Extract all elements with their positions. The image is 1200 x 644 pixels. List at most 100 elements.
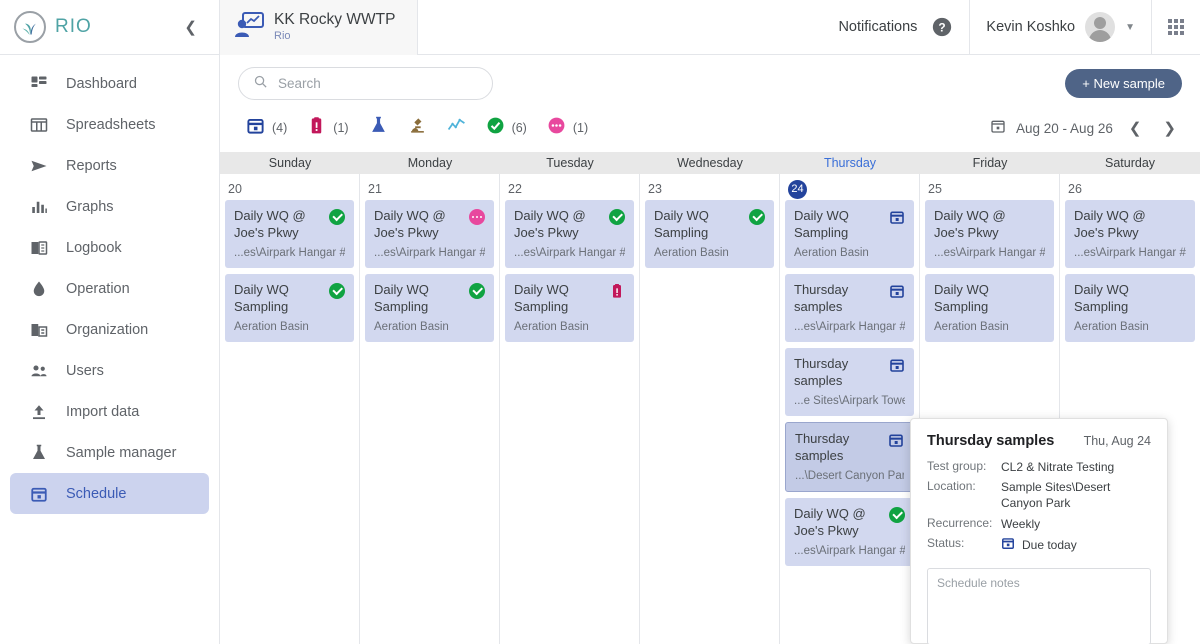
- notifications-link[interactable]: Notifications: [824, 19, 931, 35]
- event-top-row: Thursday samples: [795, 431, 904, 465]
- day-number-value: 24: [788, 179, 807, 199]
- event-top-row: Thursday samples: [794, 282, 905, 316]
- calendar-event-card[interactable]: Daily WQ Sampling Aeration Basin: [365, 274, 494, 342]
- calendar-event-card[interactable]: Daily WQ @ Joe's Pkwy ...es\Airpark Hanga…: [505, 200, 634, 268]
- filter-clipboard-alert[interactable]: (1): [299, 114, 356, 142]
- event-top-row: Daily WQ @ Joe's Pkwy: [234, 208, 345, 242]
- brand-left: RIO: [14, 11, 92, 43]
- event-title: Daily WQ Sampling: [934, 282, 989, 314]
- calendar-event-card[interactable]: Daily WQ @ Joe's Pkwy ...es\Airpark Hanga…: [225, 200, 354, 268]
- calendar-event-card[interactable]: Thursday samples ...\Desert Canyon Park: [785, 422, 914, 492]
- day-number-value: 23: [648, 182, 662, 196]
- event-top-row: Thursday samples: [794, 356, 905, 390]
- sidebar-item-operation[interactable]: Operation: [10, 268, 209, 309]
- filter-dots-circle[interactable]: (1): [539, 114, 596, 142]
- calendar-event-card[interactable]: Daily WQ @ Joe's Pkwy ...es\Airpark Hanga…: [925, 200, 1054, 268]
- search-input[interactable]: [278, 76, 478, 91]
- check-circle-icon: [329, 209, 345, 225]
- clipboard-alert-icon: [609, 284, 625, 303]
- calendar-event-card[interactable]: Daily WQ @ Joe's Pkwy ...es\Airpark Hanga…: [1065, 200, 1195, 268]
- calendar-event-card[interactable]: Thursday samples ...es\Airpark Hangar #1: [785, 274, 914, 342]
- date-navigator: Aug 20 - Aug 26 ❮ ❯: [990, 118, 1182, 139]
- sidebar-item-label: Logbook: [66, 239, 122, 256]
- popup-row-key: Location:: [927, 479, 976, 494]
- event-status-icon: [889, 283, 905, 299]
- calendar-event-card[interactable]: Daily WQ @ Joe's Pkwy ...es\Airpark Hanga…: [785, 497, 914, 566]
- sidebar-item-dashboard[interactable]: Dashboard: [10, 63, 209, 104]
- user-menu[interactable]: Kevin Koshko ▼: [969, 0, 1152, 55]
- event-location: ...es\Airpark Hangar #1: [234, 246, 345, 259]
- calendar-event-card[interactable]: Daily WQ Sampling Aeration Basin: [225, 274, 354, 342]
- day-header-thursday: Thursday: [823, 156, 877, 170]
- event-status-icon: [1029, 209, 1045, 225]
- filter-calendar[interactable]: (4): [238, 114, 295, 142]
- event-status-icon: [889, 506, 905, 523]
- sidebar-item-label: Spreadsheets: [66, 116, 156, 133]
- event-status-icon: [469, 283, 485, 299]
- calendar-event-card[interactable]: Daily WQ Sampling Aeration Basin: [645, 200, 774, 268]
- event-top-row: Daily WQ Sampling: [794, 208, 905, 242]
- sidebar-item-import-data[interactable]: Import data: [10, 391, 209, 432]
- sidebar-item-organization[interactable]: Organization: [10, 309, 209, 350]
- filter-microscope[interactable]: [400, 114, 435, 142]
- filter-trend-line[interactable]: [439, 114, 474, 142]
- calendar-event-card[interactable]: Daily WQ Sampling Aeration Basin: [1065, 274, 1195, 342]
- popup-row-value: CL2 & Nitrate Testing: [1001, 460, 1115, 474]
- new-sample-button[interactable]: + New sample: [1065, 69, 1182, 98]
- sidebar-item-logbook[interactable]: Logbook: [10, 227, 209, 268]
- event-top-row: Daily WQ Sampling: [514, 282, 625, 316]
- calendar-event-card[interactable]: Daily WQ @ Joe's Pkwy ...es\Airpark Hanga…: [365, 200, 494, 268]
- check-circle-icon: [889, 506, 905, 523]
- workspace-selector[interactable]: KK Rocky WWTP Rio: [220, 0, 418, 55]
- event-status-icon: [749, 209, 765, 225]
- search-box[interactable]: [238, 67, 493, 100]
- event-location: ...e Sites\Airpark Tower: [794, 394, 905, 407]
- event-top-row: Daily WQ @ Joe's Pkwy: [1074, 208, 1186, 242]
- event-location: ...es\Airpark Hangar #1: [794, 320, 905, 333]
- popup-status-key: Status:: [927, 535, 965, 550]
- event-title: Thursday samples: [794, 356, 849, 388]
- prev-week-button[interactable]: ❮: [1123, 119, 1148, 137]
- avatar: [1085, 12, 1116, 42]
- schedule-notes-input[interactable]: [927, 567, 1151, 644]
- filter-check-circle[interactable]: (6): [478, 114, 535, 142]
- apps-grid-icon[interactable]: [1152, 19, 1200, 35]
- sidebar-item-spreadsheets[interactable]: Spreadsheets: [10, 104, 209, 145]
- toolbar-row-filters: (4) (1) (6) (1) Aug 20 - Aug 26 ❮ ❯: [238, 114, 1182, 152]
- filter-flask[interactable]: [361, 114, 396, 142]
- spreadsheet-icon: [30, 116, 48, 134]
- flask-icon: [30, 444, 48, 462]
- event-status-icon: [609, 283, 625, 299]
- event-title: Daily WQ Sampling: [234, 282, 289, 314]
- day-number-value: 26: [1068, 182, 1082, 196]
- calendar-event-card[interactable]: Daily WQ Sampling Aeration Basin: [785, 200, 914, 268]
- help-circle-icon[interactable]: ?: [931, 16, 969, 38]
- sidebar-item-reports[interactable]: Reports: [10, 145, 209, 186]
- calendar-event-card[interactable]: Daily WQ Sampling Aeration Basin: [505, 274, 634, 342]
- calendar-event-card[interactable]: Daily WQ Sampling Aeration Basin: [925, 274, 1054, 342]
- popup-row-key: Recurrence:: [927, 515, 993, 530]
- sidebar-item-label: Import data: [66, 403, 140, 420]
- sidebar-item-graphs[interactable]: Graphs: [10, 186, 209, 227]
- sidebar-collapse-button[interactable]: ❮: [176, 14, 205, 40]
- search-icon: [253, 74, 268, 94]
- sidebar-item-schedule[interactable]: Schedule: [10, 473, 209, 514]
- day-header-friday: Friday: [972, 156, 1008, 170]
- calendar-event-card[interactable]: Thursday samples ...e Sites\Airpark Tower: [785, 348, 914, 416]
- event-top-row: Daily WQ @ Joe's Pkwy: [934, 208, 1045, 242]
- day-column: 20 Daily WQ @ Joe's Pkwy ...es\Airpark Han…: [220, 174, 360, 644]
- sidebar-item-sample-manager[interactable]: Sample manager: [10, 432, 209, 473]
- dashboard-icon: [30, 75, 48, 93]
- sidebar-item-users[interactable]: Users: [10, 350, 209, 391]
- workspace-text: KK Rocky WWTP Rio: [274, 11, 395, 42]
- next-week-button[interactable]: ❯: [1157, 119, 1182, 137]
- event-location: ...es\Airpark Hangar #1: [514, 246, 625, 259]
- event-location: Aeration Basin: [514, 320, 589, 333]
- trend-line-icon: [447, 116, 466, 140]
- event-title: Daily WQ Sampling: [1074, 282, 1129, 314]
- event-title: Daily WQ Sampling: [514, 282, 569, 314]
- event-top-row: Daily WQ @ Joe's Pkwy: [514, 208, 625, 242]
- event-top-row: Daily WQ Sampling: [654, 208, 765, 242]
- popup-detail-rows: Test group: CL2 & Nitrate Testing Location…: [927, 459, 1151, 532]
- event-status-icon: [1170, 283, 1186, 299]
